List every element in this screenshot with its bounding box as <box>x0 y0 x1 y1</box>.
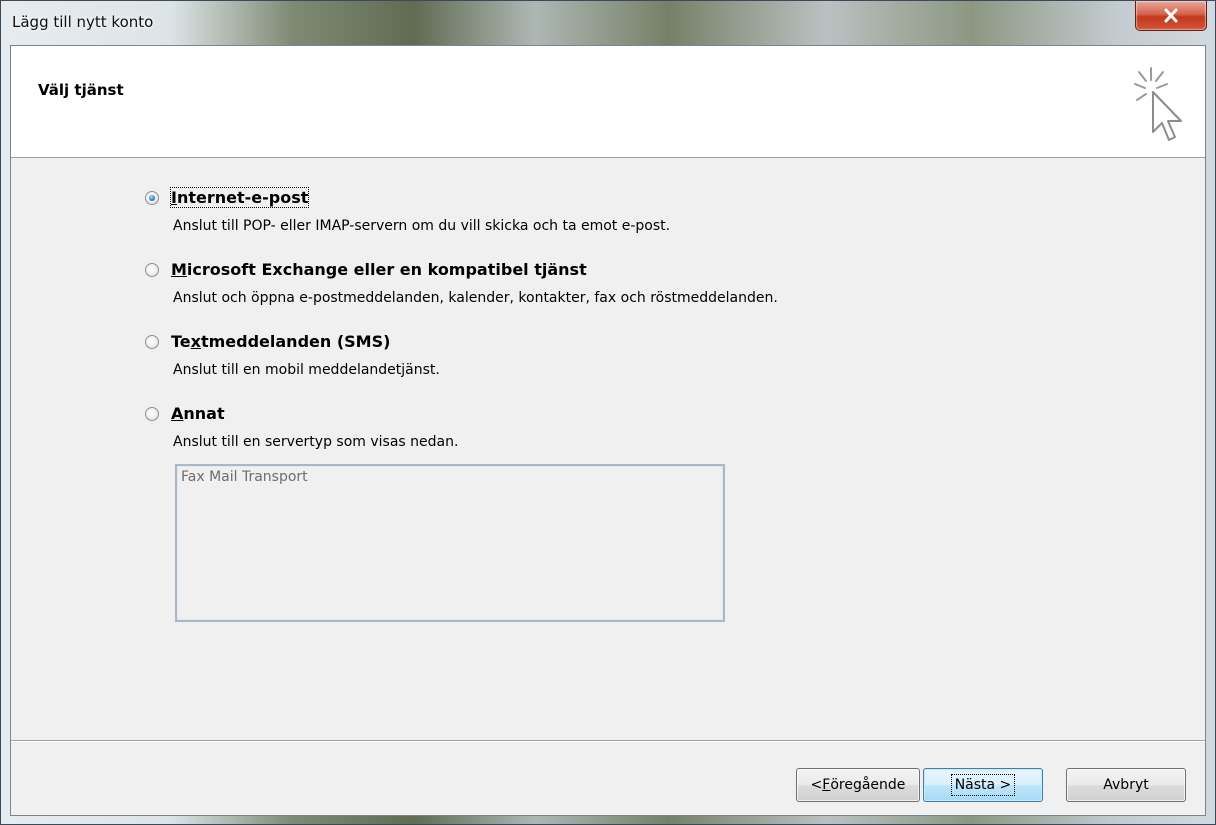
option-label-internet-e-post[interactable]: Internet-e-post <box>169 187 310 208</box>
button-label: öregående <box>830 777 906 793</box>
label-accesskey: x <box>190 332 201 351</box>
close-button[interactable] <box>1135 1 1207 31</box>
option-label-microsoft-exchange[interactable]: Microsoft Exchange eller en kompatibel t… <box>171 260 587 279</box>
close-icon <box>1164 8 1178 23</box>
back-button[interactable]: < Föregående <box>796 768 920 802</box>
option-description: Anslut till POP- eller IMAP-servern om d… <box>173 218 671 234</box>
title-bar[interactable]: Lägg till nytt konto <box>1 1 1215 45</box>
option-description: Anslut och öppna e-postmeddelanden, kale… <box>173 290 778 306</box>
list-item[interactable]: Fax Mail Transport <box>181 469 308 485</box>
radio-microsoft-exchange[interactable] <box>145 263 159 277</box>
radio-textmeddelanden-sms[interactable] <box>145 335 159 349</box>
button-label: < <box>810 777 823 793</box>
option-label-textmeddelanden-sms[interactable]: Textmeddelanden (SMS) <box>171 332 390 351</box>
label-text: nnat <box>183 404 225 423</box>
radio-internet-e-post[interactable] <box>145 191 159 205</box>
label-accesskey: A <box>171 404 184 423</box>
page-title: Välj tjänst <box>38 81 124 99</box>
footer-divider <box>11 740 1205 742</box>
label-text: Te <box>171 332 191 351</box>
wizard-header: Välj tjänst <box>11 46 1205 158</box>
dialog-window: Lägg till nytt konto Välj tjänst Interne… <box>0 0 1216 825</box>
wizard-cursor-sparkle-icon <box>1134 67 1182 141</box>
option-description: Anslut till en mobil meddelandetjänst. <box>173 362 440 378</box>
dialog-client-area: Välj tjänst Internet-e-post Anslut till … <box>10 45 1206 816</box>
next-button[interactable]: Nästa > <box>923 768 1043 802</box>
option-description: Anslut till en servertyp som visas nedan… <box>173 434 459 450</box>
button-accesskey: F <box>822 777 831 793</box>
server-type-listbox[interactable]: Fax Mail Transport <box>175 464 725 622</box>
label-text: icrosoft Exchange eller en kompatibel tj… <box>186 260 587 279</box>
label-accesskey: M <box>171 260 187 279</box>
cancel-button-label: Avbryt <box>1103 777 1149 793</box>
option-label-annat[interactable]: Annat <box>171 404 225 423</box>
label-text: nternet-e-post <box>176 188 309 207</box>
radio-annat[interactable] <box>145 407 159 421</box>
next-button-label: Nästa > <box>950 774 1016 796</box>
window-title: Lägg till nytt konto <box>12 13 154 31</box>
label-text: tmeddelanden (SMS) <box>200 332 391 351</box>
cancel-button[interactable]: Avbryt <box>1066 768 1186 802</box>
